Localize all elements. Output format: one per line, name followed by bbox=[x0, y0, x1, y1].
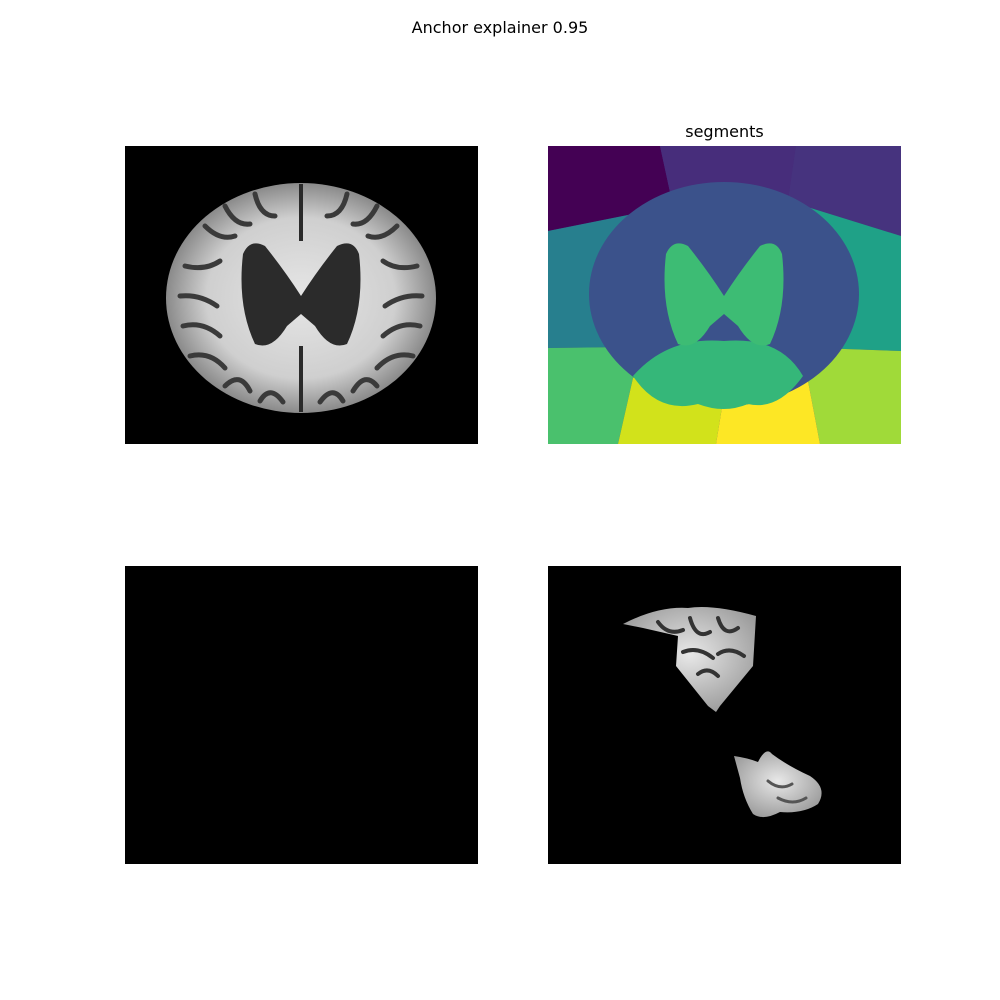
segments-panel bbox=[548, 146, 901, 444]
empty-anchor-panel bbox=[125, 566, 478, 864]
brain-mri-image bbox=[125, 146, 478, 444]
segmentation-map bbox=[548, 146, 901, 444]
original-image-panel bbox=[125, 146, 478, 444]
anchor-image-panel bbox=[548, 566, 901, 864]
anchor-regions-image bbox=[548, 566, 901, 864]
figure-title: Anchor explainer 0.95 bbox=[411, 18, 589, 37]
segments-panel-title: segments bbox=[685, 122, 764, 141]
